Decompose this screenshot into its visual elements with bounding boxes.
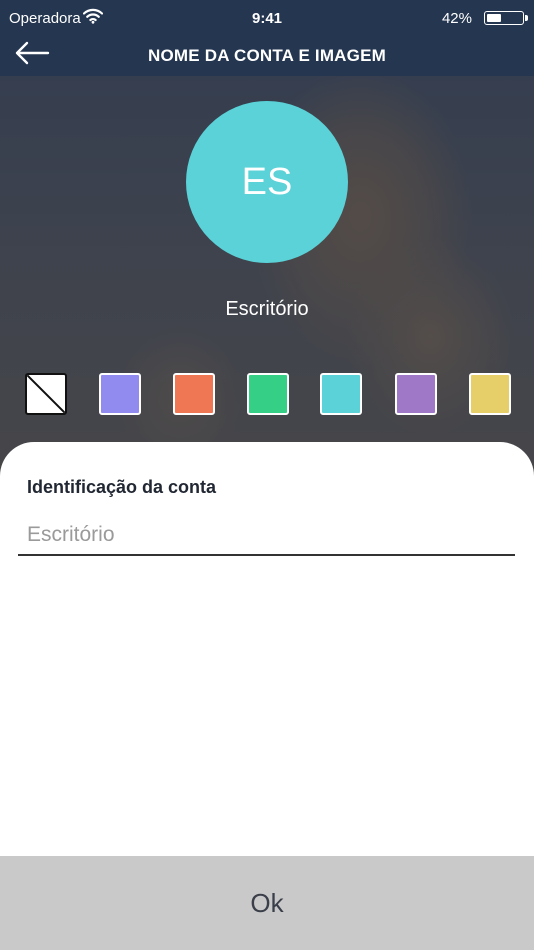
avatar[interactable]: ES xyxy=(186,101,348,263)
color-swatch-none[interactable] xyxy=(25,373,67,415)
battery-icon xyxy=(484,11,528,25)
form-sheet: Identificação da conta xyxy=(0,442,534,862)
account-id-input[interactable] xyxy=(18,516,515,556)
background-photo: ES Escritório xyxy=(0,76,534,476)
color-picker xyxy=(0,373,534,415)
account-id-label: Identificação da conta xyxy=(27,477,217,497)
color-swatch-lavender[interactable] xyxy=(99,373,141,415)
no-color-icon xyxy=(27,375,65,413)
avatar-initials: ES xyxy=(241,160,293,203)
page-title: NOME DA CONTA E IMAGEM xyxy=(148,46,386,65)
status-bar: Operadora 9:41 42% xyxy=(0,0,534,36)
app-header: NOME DA CONTA E IMAGEM xyxy=(0,36,534,76)
color-swatch-purple[interactable] xyxy=(395,373,437,415)
color-swatch-cyan[interactable] xyxy=(320,373,362,415)
battery-fill xyxy=(487,14,501,22)
battery-percent: 42% xyxy=(441,10,472,27)
color-swatch-green[interactable] xyxy=(247,373,289,415)
account-name-display: Escritório xyxy=(225,298,309,320)
ok-button[interactable]: Ok xyxy=(0,856,534,950)
color-swatch-yellow[interactable] xyxy=(469,373,511,415)
color-swatch-orange[interactable] xyxy=(173,373,215,415)
